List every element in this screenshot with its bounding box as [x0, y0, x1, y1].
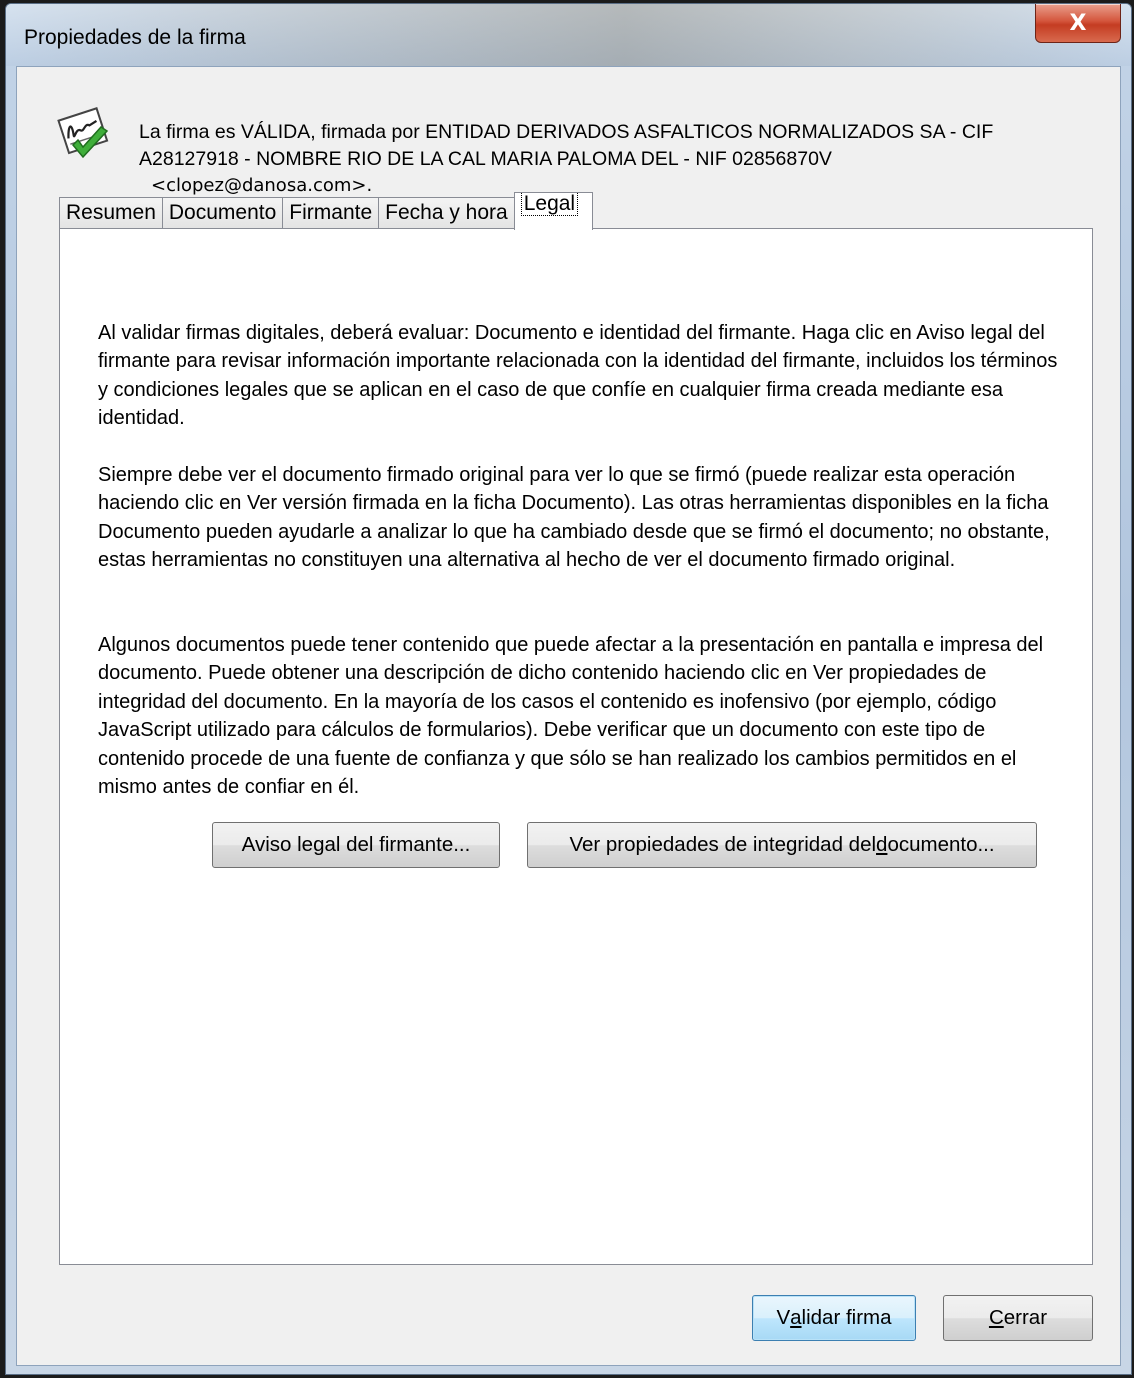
tab-legal[interactable]: Legal: [513, 192, 594, 230]
close-button[interactable]: Cerrar: [943, 1295, 1093, 1341]
tab-strip: Resumen Documento Firmante Fecha y hora …: [59, 191, 594, 230]
document-integrity-properties-button[interactable]: Ver propiedades de integridad del d ocume…: [527, 822, 1037, 868]
validate-button-access-key: a: [790, 1306, 802, 1329]
signature-properties-window: Propiedades de la firma X La firma es VÁ…: [5, 3, 1132, 1375]
legal-paragraph-1: Al validar firmas digitales, deberá eval…: [98, 322, 1058, 430]
tab-documento[interactable]: Documento: [161, 197, 283, 229]
legal-tab-panel: Al validar firmas digitales, deberá eval…: [59, 228, 1093, 1265]
tab-resumen[interactable]: Resumen: [59, 197, 162, 229]
integrity-button-label-suffix: ocumento...: [887, 833, 995, 856]
close-button-label-suffix: errar: [1003, 1306, 1048, 1329]
title-bar[interactable]: Propiedades de la firma X: [6, 4, 1131, 66]
signature-status-text: La firma es VÁLIDA, firmada por ENTIDAD …: [139, 121, 994, 170]
integrity-button-label-prefix: Ver propiedades de integridad del: [569, 833, 877, 856]
window-title: Propiedades de la firma: [24, 26, 246, 49]
tab-firmante[interactable]: Firmante: [282, 197, 379, 229]
close-button-access-key: C: [988, 1306, 1004, 1329]
close-icon: X: [1069, 10, 1087, 36]
dialog-client-area: La firma es VÁLIDA, firmada por ENTIDAD …: [16, 66, 1121, 1366]
legal-paragraph-3: Algunos documentos puede tener contenido…: [98, 634, 1044, 799]
tab-fecha-y-hora[interactable]: Fecha y hora: [378, 197, 514, 229]
signature-valid-check-icon: [57, 107, 109, 159]
tab-legal-label: Legal: [520, 193, 579, 216]
validate-button-label-suffix: lidar firma: [801, 1306, 892, 1329]
integrity-button-access-key: d: [876, 833, 888, 856]
window-close-button[interactable]: X: [1035, 4, 1121, 43]
legal-paragraph-2: Siempre debe ver el documento firmado or…: [98, 464, 1050, 572]
signer-legal-notice-button[interactable]: Aviso legal del firmante...: [212, 822, 500, 868]
validate-button-label-prefix: V: [776, 1306, 791, 1329]
validate-signature-button[interactable]: Va lidar firma: [752, 1295, 916, 1341]
